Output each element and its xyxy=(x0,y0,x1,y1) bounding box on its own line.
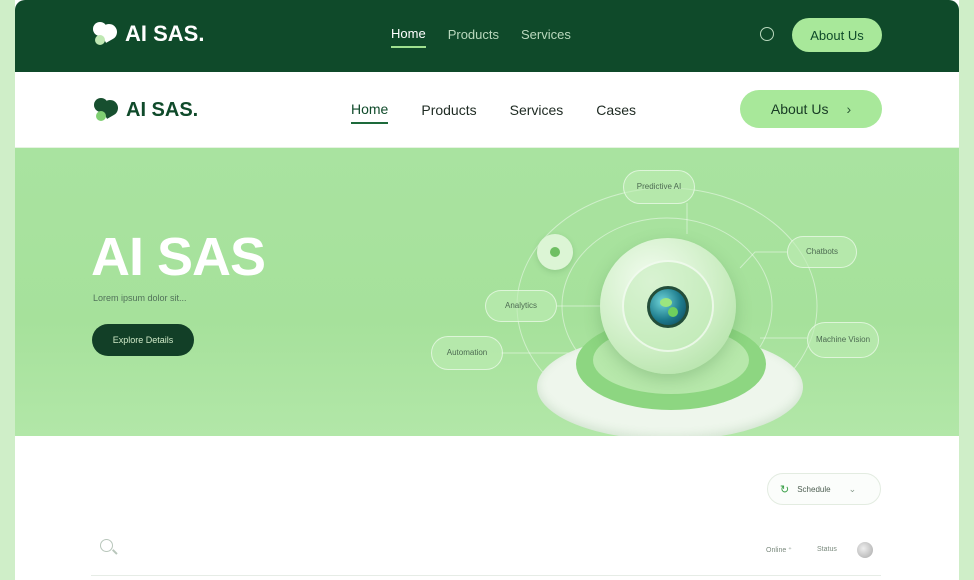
globe-icon xyxy=(647,286,689,328)
online-status: Online ⁺ xyxy=(766,547,792,554)
top-nav: Home Products Services xyxy=(391,26,571,48)
top-nav-products[interactable]: Products xyxy=(448,27,499,47)
schedule-select-label: Schedule xyxy=(797,484,831,494)
node-predictive[interactable]: Predictive AI xyxy=(623,170,695,204)
about-us-label: About Us xyxy=(770,101,829,117)
node-analytics[interactable]: Analytics xyxy=(485,290,557,322)
nav-products[interactable]: Products xyxy=(421,102,476,123)
hero-subtitle: Lorem ipsum dolor sit... xyxy=(93,293,187,303)
top-about-button[interactable]: About Us xyxy=(792,18,882,52)
explore-button[interactable]: Explore Details xyxy=(92,324,194,356)
hero-section: AI SAS Lorem ipsum dolor sit... Explore … xyxy=(15,148,959,436)
refresh-icon: ↻ xyxy=(780,483,790,496)
brand-mark-icon xyxy=(91,20,120,48)
nav-services[interactable]: Services xyxy=(510,102,564,123)
theme-toggle-icon[interactable] xyxy=(760,27,774,41)
brand-name: AI SAS. xyxy=(125,21,205,46)
main-nav: Home Products Services Cases xyxy=(351,101,636,124)
node-machine-vision[interactable]: Machine Vision xyxy=(807,322,879,358)
main-header: AI SAS. Home Products Services Cases Abo… xyxy=(15,72,959,148)
status-label: Status xyxy=(817,546,837,553)
small-orb-icon xyxy=(537,234,573,270)
search-icon[interactable] xyxy=(100,539,113,552)
top-nav-services[interactable]: Services xyxy=(521,27,571,47)
content-section: ↻ Schedule ⌄ Online ⁺ Status xyxy=(15,436,959,580)
hero-title: AI SAS xyxy=(91,227,266,287)
orbit-lines xyxy=(501,187,818,425)
brand-logo[interactable]: AI SAS. xyxy=(91,20,204,48)
top-nav-home[interactable]: Home xyxy=(391,26,426,48)
divider xyxy=(91,575,881,576)
brand-logo-secondary[interactable]: AI SAS. xyxy=(92,96,198,124)
brand-name: AI SAS. xyxy=(126,98,199,121)
app-frame: AI SAS. Home Products Services About Us … xyxy=(15,0,959,580)
brand-mark-icon xyxy=(92,96,121,124)
nav-home[interactable]: Home xyxy=(351,101,389,124)
about-us-button[interactable]: About Us › xyxy=(740,90,882,128)
schedule-select[interactable]: ↻ Schedule ⌄ xyxy=(767,473,881,505)
nav-cases[interactable]: Cases xyxy=(596,102,636,123)
avatar[interactable] xyxy=(857,542,873,558)
chevron-right-icon: › xyxy=(846,101,852,117)
chevron-down-icon: ⌄ xyxy=(848,483,857,494)
node-chatbots[interactable]: Chatbots xyxy=(787,236,857,268)
top-header: AI SAS. Home Products Services About Us xyxy=(15,0,959,72)
node-automation[interactable]: Automation xyxy=(431,336,503,370)
